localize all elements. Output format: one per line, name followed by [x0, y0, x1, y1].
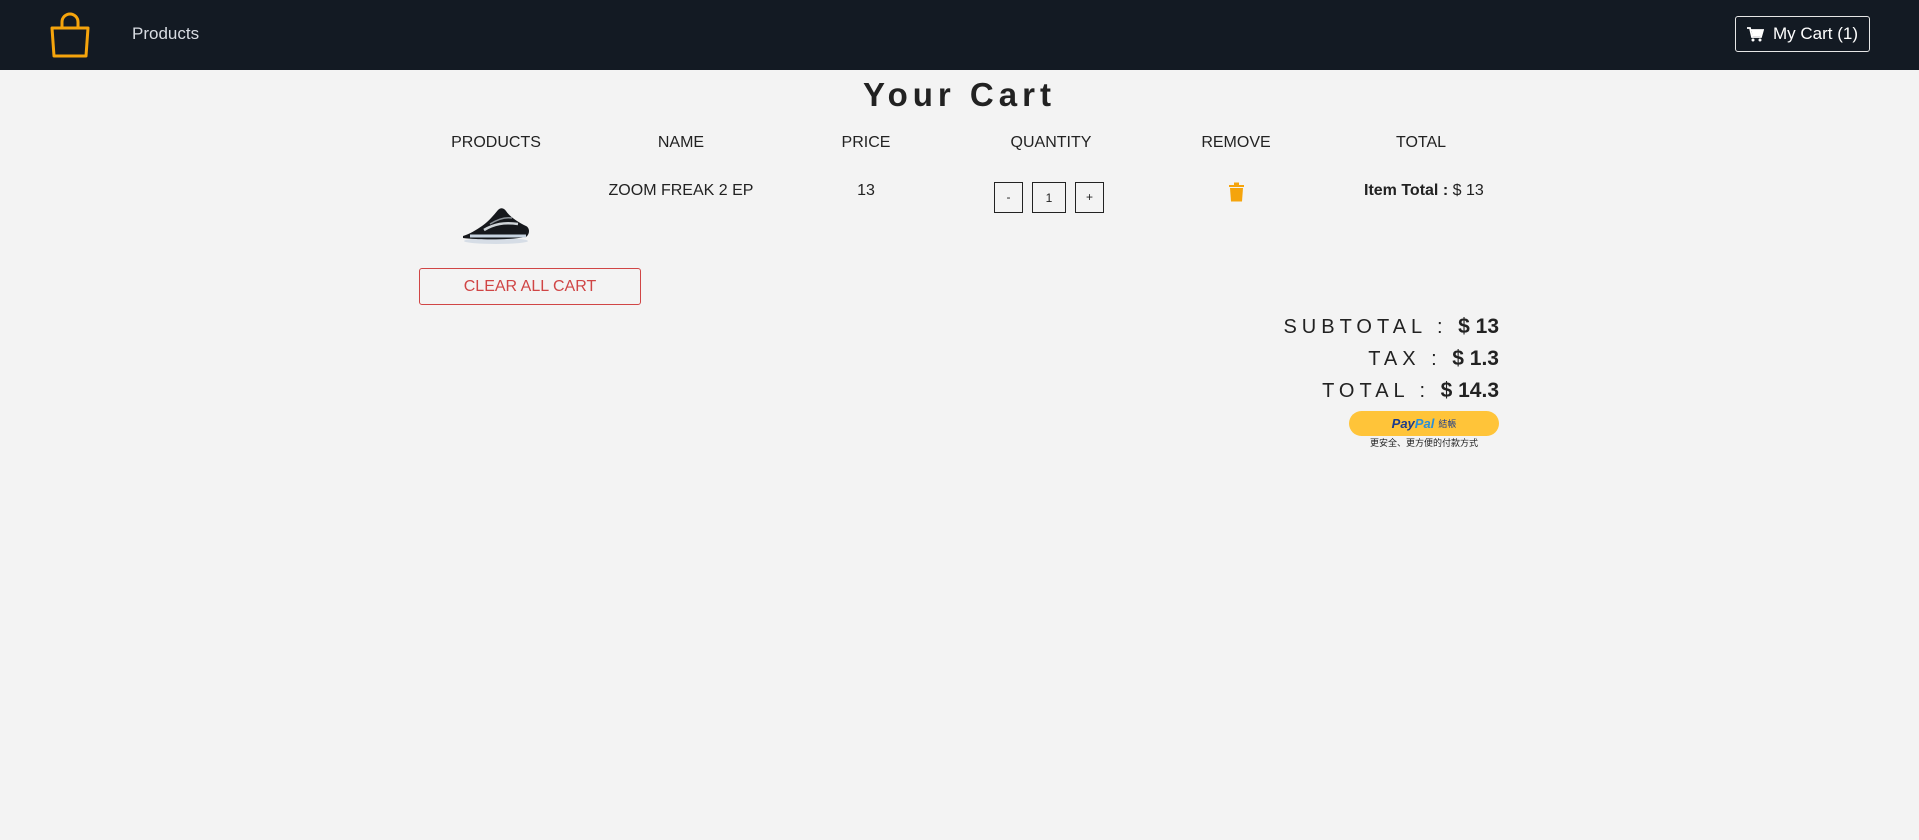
product-price: 13	[857, 182, 875, 199]
increase-quantity-button[interactable]: +	[1075, 182, 1104, 213]
tax-label: TAX :	[1368, 348, 1442, 370]
total-value: $ 14.3	[1440, 379, 1499, 402]
my-cart-button[interactable]: My Cart (1)	[1735, 16, 1870, 52]
subtotal-line: SUBTOTAL : $ 13	[1283, 315, 1499, 339]
subtotal-label: SUBTOTAL :	[1283, 316, 1448, 338]
header-total: TOTAL	[1395, 134, 1447, 151]
my-cart-label: My Cart (1)	[1773, 24, 1858, 43]
paypal-logo: PayPal	[1391, 416, 1435, 431]
navbar: Products My Cart (1)	[0, 0, 1919, 70]
product-name: ZOOM FREAK 2 EP	[608, 182, 754, 199]
paypal-tagline: 更安全、更方便的付款方式	[1369, 438, 1478, 448]
cart-icon	[1747, 26, 1764, 41]
item-total-label: Item Total :	[1364, 182, 1449, 199]
tax-line: TAX : $ 1.3	[1368, 347, 1499, 371]
header-products: PRODUCTS	[451, 134, 541, 151]
paypal-action-label: 結帳	[1438, 419, 1457, 429]
header-price: PRICE	[841, 134, 891, 151]
clear-all-cart-button[interactable]: CLEAR ALL CART	[419, 268, 641, 305]
total-label: TOTAL :	[1322, 380, 1431, 402]
header-name: NAME	[657, 134, 705, 151]
subtotal-value: $ 13	[1458, 315, 1499, 338]
item-total-value: $ 13	[1452, 182, 1484, 199]
sneaker-image	[463, 208, 529, 244]
paypal-checkout-button[interactable]: PayPal 結帳	[1349, 411, 1499, 436]
shopping-bag-icon[interactable]	[48, 12, 92, 58]
products-link[interactable]: Products	[132, 24, 199, 44]
decrease-quantity-button[interactable]: -	[994, 182, 1023, 213]
trash-icon[interactable]	[1228, 182, 1245, 202]
total-line: TOTAL : $ 14.3	[1322, 379, 1499, 403]
tax-value: $ 1.3	[1452, 347, 1499, 370]
header-quantity: QUANTITY	[1010, 134, 1092, 151]
item-total: Item Total : $ 13	[1364, 182, 1484, 200]
page-title: Your Cart	[863, 76, 1056, 113]
header-remove: REMOVE	[1201, 134, 1271, 151]
quantity-input[interactable]	[1032, 182, 1066, 213]
